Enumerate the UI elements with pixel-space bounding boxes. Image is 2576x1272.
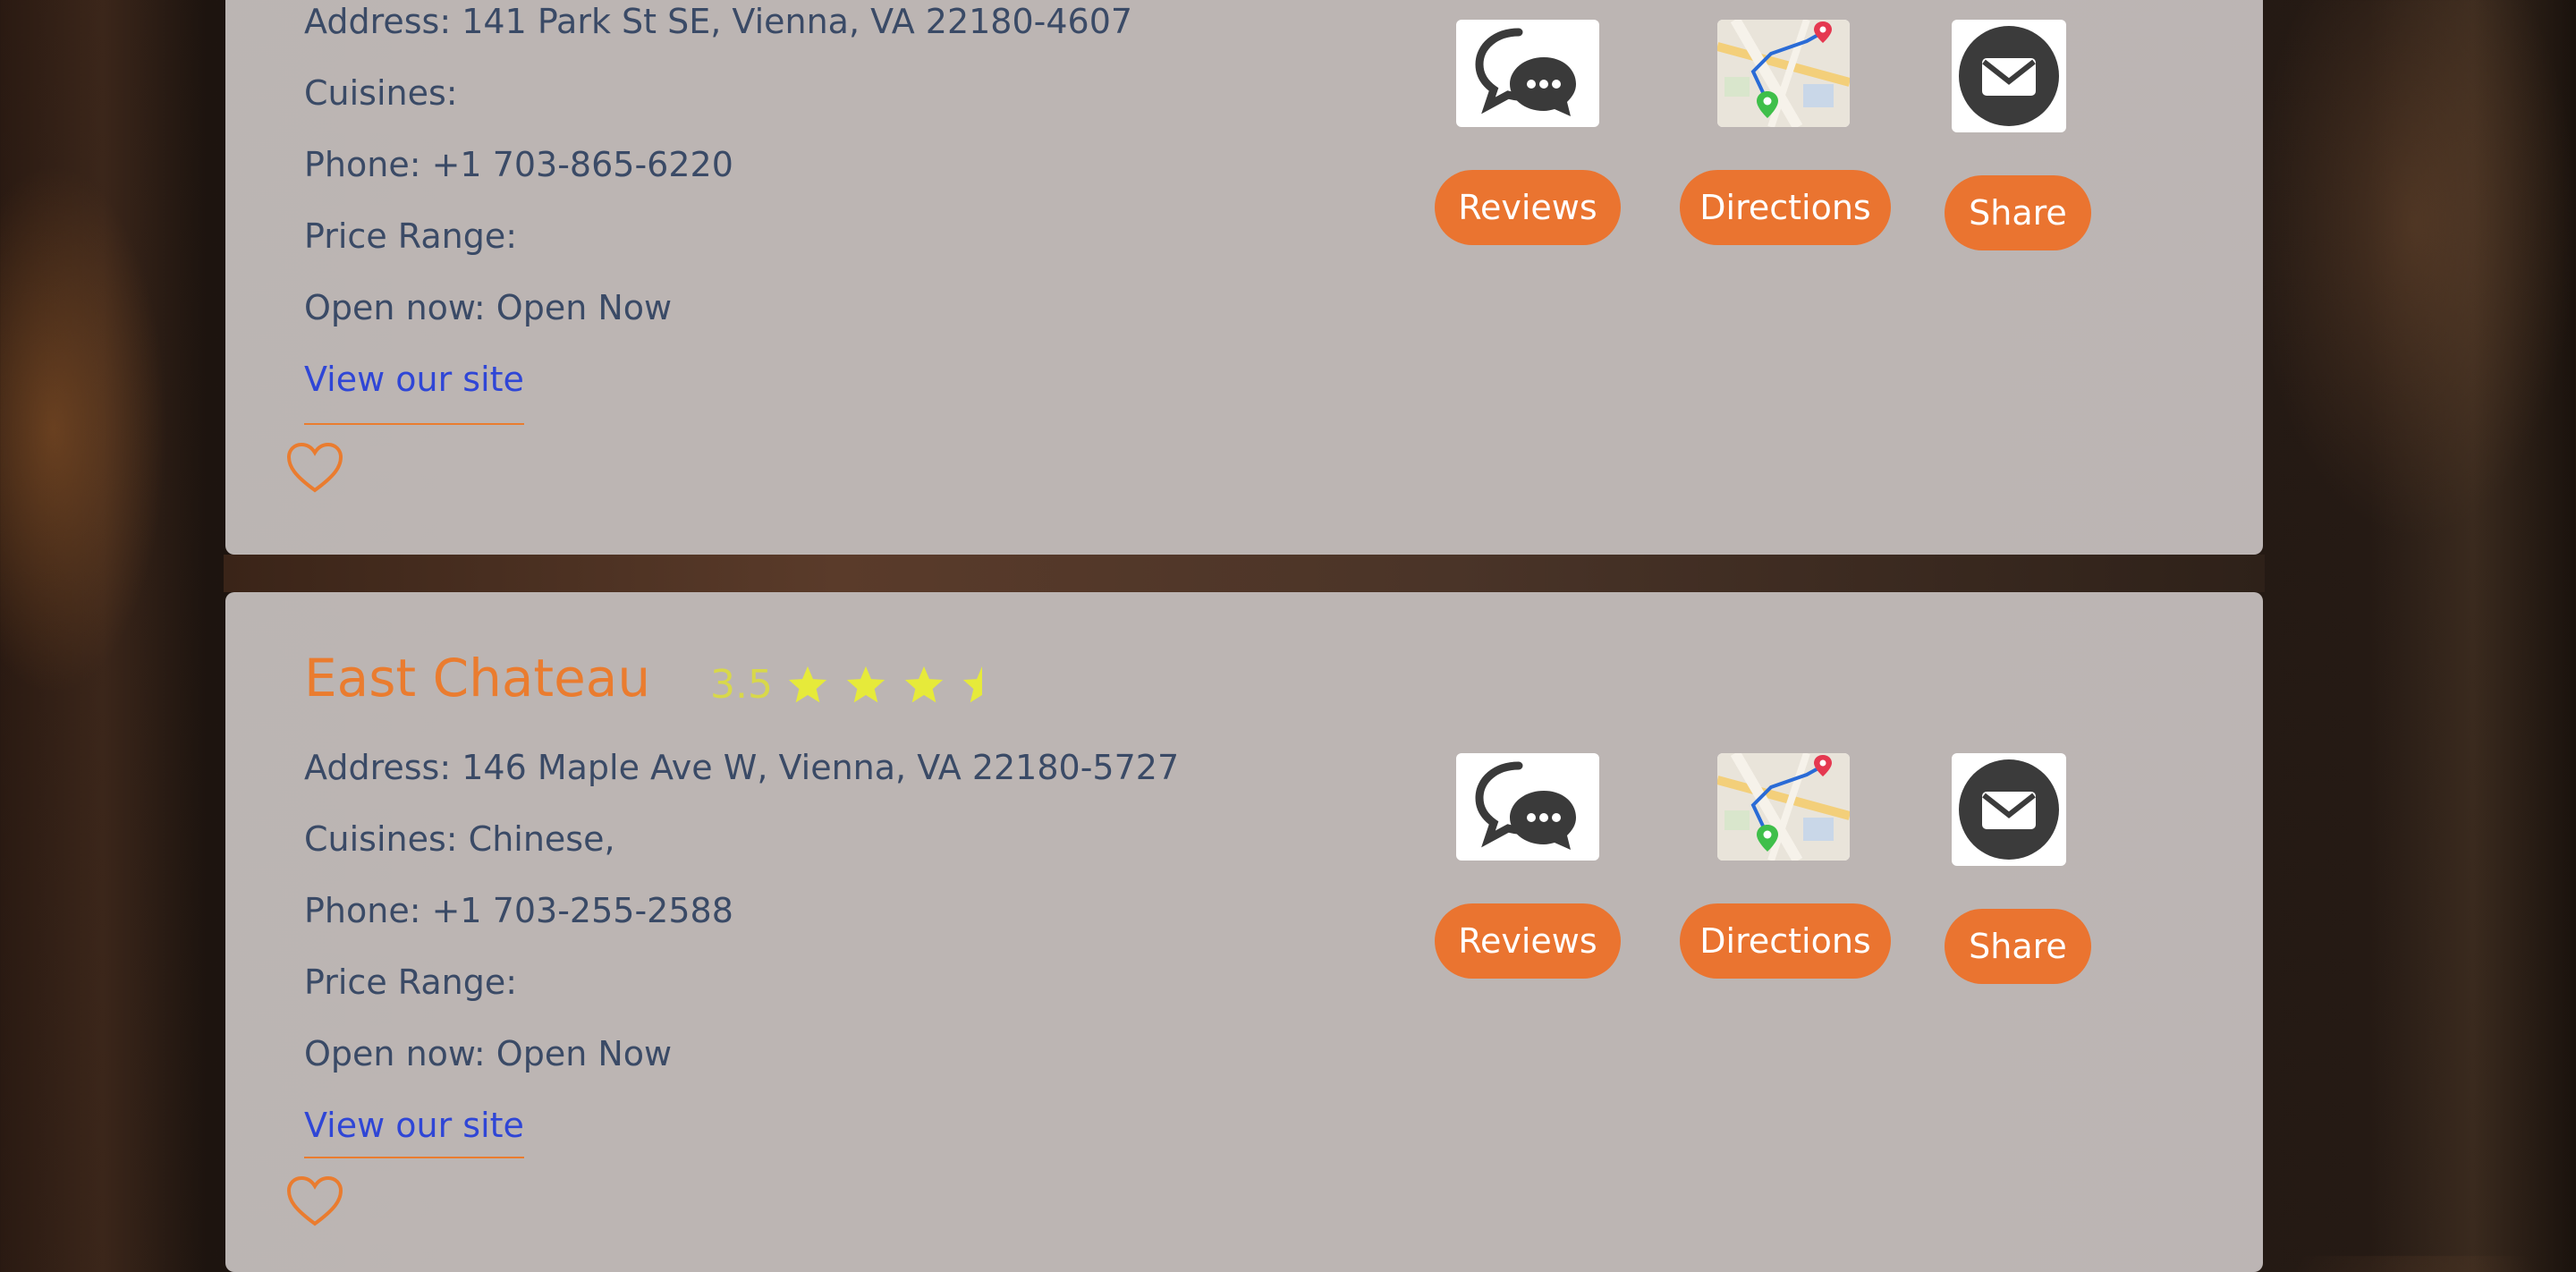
- heart-outline-icon[interactable]: [286, 442, 343, 494]
- view-site-link[interactable]: View our site: [304, 360, 524, 399]
- directions-icon-button[interactable]: [1717, 20, 1850, 127]
- price-range-text: Price Range:: [304, 216, 518, 256]
- email-envelope-icon: [1959, 759, 2059, 860]
- cuisines-text: Cuisines: Chinese,: [304, 819, 615, 859]
- email-envelope-icon: [1959, 26, 2059, 126]
- map-route-icon: [1717, 20, 1850, 127]
- star-icon: [846, 666, 886, 702]
- address-text: Address: 146 Maple Ave W, Vienna, VA 221…: [304, 748, 1180, 787]
- star-icon: [904, 666, 944, 702]
- reviews-icon-button[interactable]: [1456, 20, 1599, 127]
- open-now-text: Open now: Open Now: [304, 1034, 673, 1073]
- reviews-button[interactable]: Reviews: [1435, 903, 1621, 979]
- restaurant-card: East Chateau 3.5 Address: 146 Maple Ave …: [225, 592, 2263, 1272]
- price-range-text: Price Range:: [304, 962, 518, 1002]
- directions-button[interactable]: Directions: [1680, 170, 1891, 245]
- directions-icon-button[interactable]: [1717, 753, 1850, 861]
- open-now-text: Open now: Open Now: [304, 288, 673, 327]
- restaurant-card: Address: 141 Park St SE, Vienna, VA 2218…: [225, 0, 2263, 555]
- link-underline: [304, 423, 524, 425]
- rating: 3.5: [710, 662, 1020, 708]
- reviews-button[interactable]: Reviews: [1435, 170, 1621, 245]
- cuisines-text: Cuisines:: [304, 73, 458, 113]
- star-half-icon: [962, 666, 982, 702]
- link-underline: [304, 1157, 524, 1158]
- phone-text: Phone: +1 703-255-2588: [304, 891, 733, 930]
- phone-text: Phone: +1 703-865-6220: [304, 145, 733, 184]
- heart-outline-icon[interactable]: [286, 1175, 343, 1227]
- share-icon-button[interactable]: [1952, 20, 2066, 132]
- share-icon-button[interactable]: [1952, 753, 2066, 866]
- background-strip: [224, 555, 2265, 592]
- directions-button[interactable]: Directions: [1680, 903, 1891, 979]
- view-site-link[interactable]: View our site: [304, 1106, 524, 1145]
- chat-bubbles-icon: [1475, 28, 1576, 116]
- restaurant-name[interactable]: East Chateau: [304, 648, 650, 708]
- reviews-icon-button[interactable]: [1456, 753, 1599, 861]
- address-text: Address: 141 Park St SE, Vienna, VA 2218…: [304, 2, 1133, 41]
- chat-bubbles-icon: [1475, 761, 1576, 850]
- share-button[interactable]: Share: [1945, 175, 2091, 250]
- map-route-icon: [1717, 753, 1850, 861]
- star-icon: [788, 666, 827, 702]
- share-button[interactable]: Share: [1945, 909, 2091, 984]
- rating-value: 3.5: [710, 662, 773, 708]
